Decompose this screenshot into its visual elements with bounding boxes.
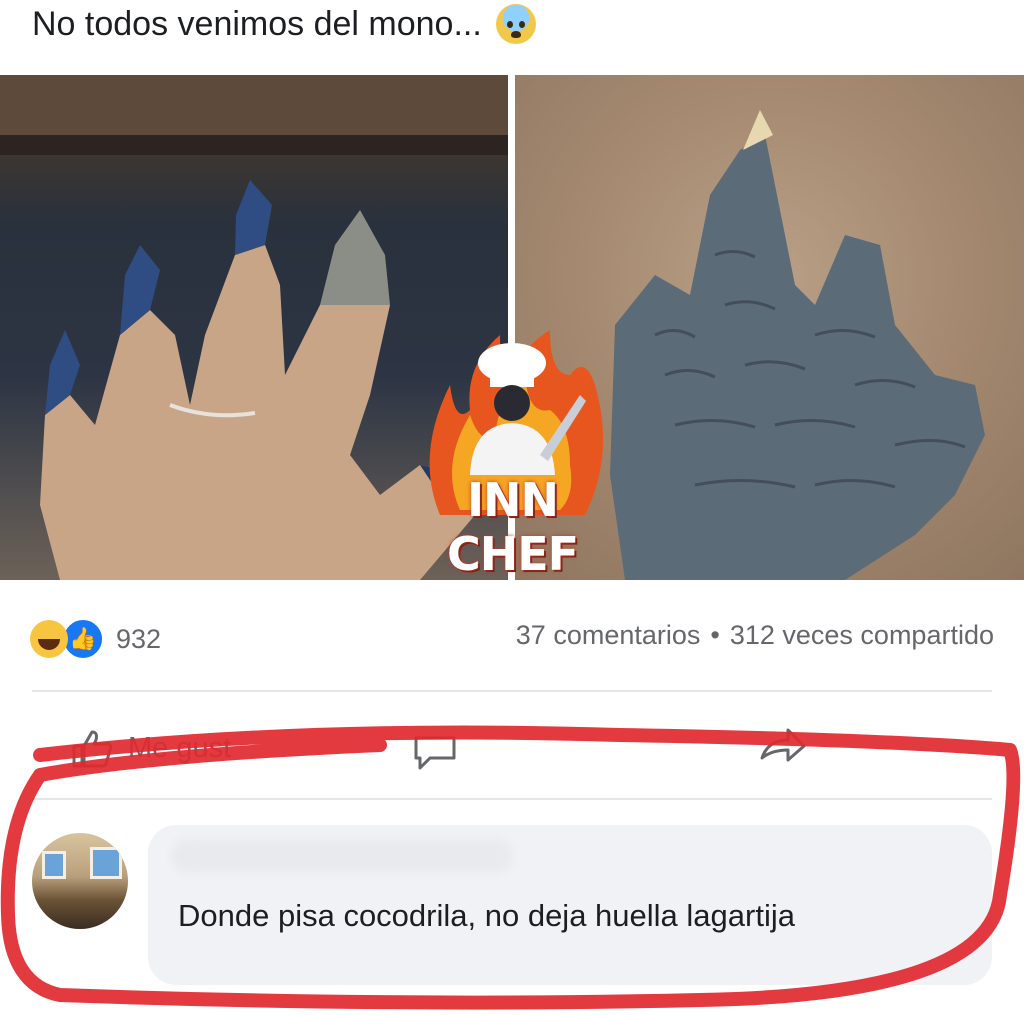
haha-reaction-icon xyxy=(30,620,68,658)
comment-bubble: Donde pisa cocodrila, no deja huella lag… xyxy=(148,825,992,985)
shares-count-link[interactable]: 312 veces compartido xyxy=(730,620,994,650)
share-icon[interactable] xyxy=(758,726,808,766)
anxious-face-emoji-icon xyxy=(495,4,536,44)
comment-author-name-redacted xyxy=(172,839,512,873)
avatar[interactable] xyxy=(32,833,128,929)
engagement-counts: 37 comentarios • 312 veces compartido xyxy=(516,620,994,651)
action-bar: Me gust xyxy=(0,718,1024,778)
comment: Donde pisa cocodrila, no deja huella lag… xyxy=(32,825,992,995)
counts-separator: • xyxy=(710,620,720,650)
divider-bottom xyxy=(32,798,992,800)
post-text-label: No todos venimos del mono... xyxy=(32,4,482,43)
like-reaction-icon: 👍 xyxy=(62,618,104,660)
like-button[interactable]: Me gust xyxy=(70,726,231,770)
comment-text: Donde pisa cocodrila, no deja huella lag… xyxy=(178,898,795,933)
like-button-label: Me gust xyxy=(128,731,232,764)
avatar-window-detail xyxy=(90,847,122,879)
post-text: No todos venimos del mono... xyxy=(32,4,536,44)
reaction-count: 932 xyxy=(116,623,162,654)
divider-top xyxy=(32,690,992,692)
comment-icon[interactable] xyxy=(410,732,460,772)
thumbs-up-icon xyxy=(72,730,113,768)
comments-count-link[interactable]: 37 comentarios xyxy=(516,620,701,650)
post-media[interactable]: INN CHEF xyxy=(0,75,1024,581)
watermark-text: INN CHEF xyxy=(446,473,579,581)
avatar-window-detail-2 xyxy=(42,851,66,879)
reaction-summary[interactable]: 👍 932 xyxy=(30,618,161,660)
